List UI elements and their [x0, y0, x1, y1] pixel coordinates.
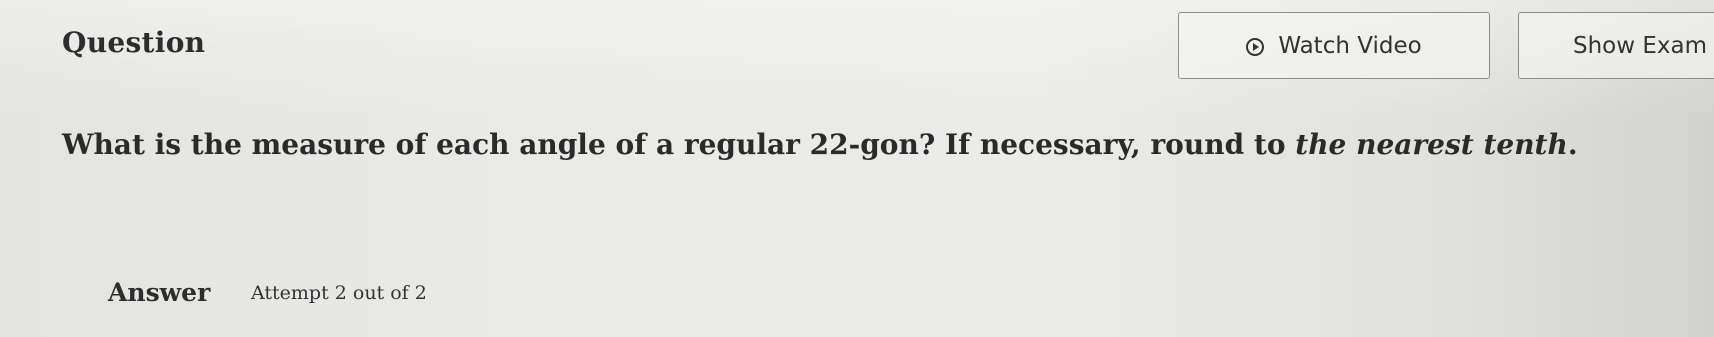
question-text-main: What is the measure of each angle of a r… — [62, 128, 1296, 161]
question-text-end: . — [1567, 128, 1578, 161]
answer-label: Answer — [108, 278, 211, 307]
show-example-button[interactable]: Show Exam — [1518, 12, 1714, 79]
watch-video-button[interactable]: Watch Video — [1178, 12, 1490, 79]
show-example-label: Show Exam — [1573, 32, 1708, 59]
attempt-counter: Attempt 2 out of 2 — [251, 282, 427, 304]
question-heading: Question — [62, 26, 206, 59]
question-text-emphasis: the nearest tenth — [1295, 128, 1568, 161]
play-circle-icon — [1246, 37, 1265, 56]
question-text: What is the measure of each angle of a r… — [62, 128, 1578, 161]
watch-video-label: Watch Video — [1278, 32, 1422, 59]
